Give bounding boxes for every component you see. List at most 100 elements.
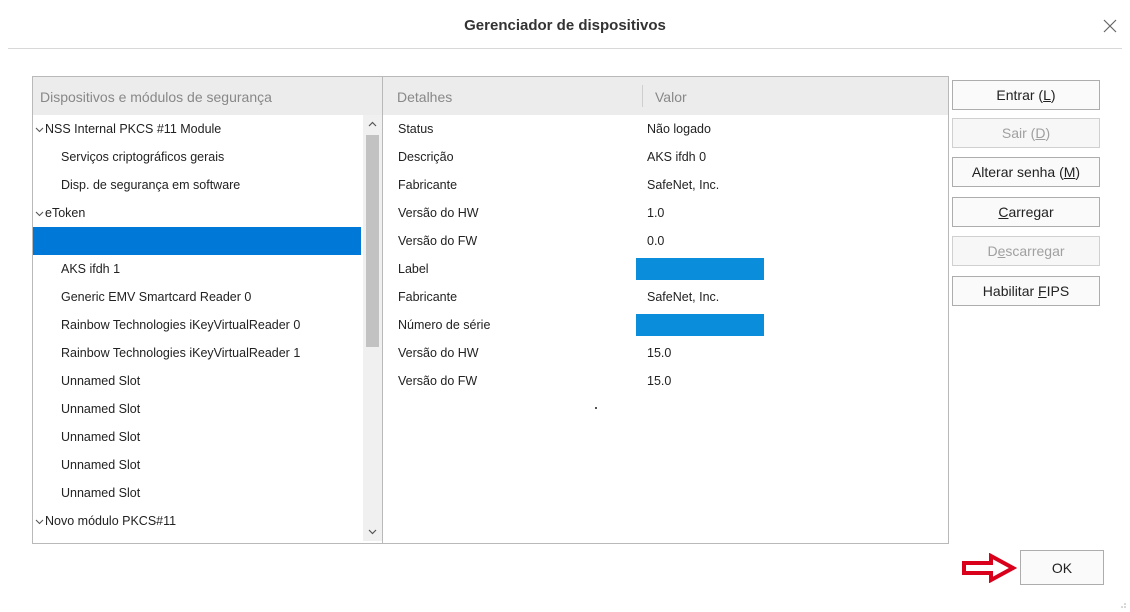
devices-tree-list: NSS Internal PKCS #11 Module Serviços cri… (33, 115, 363, 541)
detail-row[interactable]: Fabricante SafeNet, Inc. (383, 283, 948, 311)
tree-slot-row[interactable]: Disp. de segurança em software (33, 171, 361, 199)
detail-row[interactable]: Fabricante SafeNet, Inc. (383, 171, 948, 199)
detail-key: Label (398, 262, 429, 276)
button-mnemonic: D (1035, 125, 1046, 141)
stray-dot (595, 407, 597, 409)
tree-slot-row[interactable]: Unnamed Slot (33, 423, 361, 451)
tree-row-label: AKS ifdh 1 (61, 262, 121, 276)
tree-slot-row[interactable]: Rainbow Technologies iKeyVirtualReader 0 (33, 311, 361, 339)
button-label-suffix: ) (1050, 87, 1056, 103)
login-button[interactable]: Entrar (L) (952, 80, 1100, 110)
tree-module-row[interactable]: eToken (33, 199, 363, 227)
button-label-suffix: IPS (1046, 283, 1070, 299)
expand-chevron-icon[interactable] (35, 117, 45, 145)
tree-row-label: Unnamed Slot (61, 374, 141, 388)
detail-row[interactable]: Versão do FW 0.0 (383, 227, 948, 255)
detail-key: Versão do FW (398, 234, 478, 248)
right-arrow-icon (962, 553, 1018, 583)
tree-row-label: Unnamed Slot (61, 402, 141, 416)
window-title: Gerenciador de dispositivos (464, 17, 666, 34)
value-header-label[interactable]: Valor (655, 77, 687, 117)
detail-row[interactable]: Label (383, 255, 948, 283)
close-icon (1103, 19, 1117, 33)
tree-slot-row[interactable]: Unnamed Slot (33, 395, 361, 423)
tree-slot-row[interactable]: Aderival da Silva Araujo (33, 535, 361, 541)
detail-key: Versão do HW (398, 206, 479, 220)
detail-row[interactable]: Status Não logado (383, 115, 948, 143)
unload-button[interactable]: Descarregar (952, 236, 1100, 266)
button-mnemonic: F (1038, 283, 1047, 299)
button-mnemonic: L (1043, 87, 1051, 103)
detail-key: Versão do FW (398, 374, 478, 388)
tree-row-label: Disp. de segurança em software (61, 178, 241, 192)
detail-key: Fabricante (398, 178, 458, 192)
button-mnemonic: C (998, 204, 1009, 220)
button-label-suffix: scarregar (1005, 243, 1065, 259)
tree-row-label: Novo módulo PKCS#11 (45, 514, 177, 528)
tree-slot-row[interactable]: Serviços criptográficos gerais (33, 143, 361, 171)
close-button[interactable] (1096, 12, 1124, 40)
scroll-thumb[interactable] (366, 135, 379, 347)
tree-slot-row[interactable] (33, 227, 361, 255)
detail-key: Descrição (398, 150, 454, 164)
column-separator[interactable] (642, 85, 643, 107)
details-column-header: Detalhes Valor (383, 77, 948, 115)
tree-row-label: eToken (45, 206, 86, 220)
detail-row[interactable]: Versão do FW 15.0 (383, 367, 948, 395)
chevron-down-icon[interactable] (363, 523, 382, 541)
tree-module-row[interactable]: NSS Internal PKCS #11 Module (33, 115, 363, 143)
redacted-value (636, 258, 764, 280)
detail-key: Fabricante (398, 290, 458, 304)
detail-key: Número de série (398, 318, 491, 332)
button-label-prefix: Entrar ( (996, 87, 1044, 103)
change-password-button[interactable]: Alterar senha (M) (952, 157, 1100, 187)
detail-value: AKS ifdh 0 (647, 150, 707, 164)
tree-slot-row[interactable]: Rainbow Technologies iKeyVirtualReader 1 (33, 339, 361, 367)
tree-scrollbar[interactable] (363, 115, 382, 541)
tree-slot-row[interactable]: Unnamed Slot (33, 367, 361, 395)
tree-slot-row[interactable]: Unnamed Slot (33, 479, 361, 507)
tree-row-label: NSS Internal PKCS #11 Module (45, 122, 222, 136)
detail-row[interactable]: Número de série (383, 311, 948, 339)
details-panel: Detalhes Valor Status Não logado Descrição… (382, 76, 949, 544)
detail-value: 0.0 (647, 234, 665, 248)
detail-key: Versão do HW (398, 346, 479, 360)
detail-value: 15.0 (647, 346, 672, 360)
tree-column-header[interactable]: Dispositivos e módulos de segurança (33, 77, 383, 115)
tree-slot-row[interactable]: AKS ifdh 1 (33, 255, 361, 283)
logout-button[interactable]: Sair (D) (952, 118, 1100, 148)
tree-row-label: Unnamed Slot (61, 486, 141, 500)
button-label-prefix: D (987, 243, 998, 259)
button-label-suffix: ) (1045, 125, 1051, 141)
resize-grip-icon[interactable] (1119, 601, 1127, 609)
tree-row-label: Rainbow Technologies iKeyVirtualReader 1 (61, 346, 301, 360)
button-label-prefix: Sair ( (1001, 125, 1036, 141)
ok-button[interactable]: OK (1020, 550, 1104, 585)
button-label-suffix: arregar (1008, 204, 1054, 220)
tree-row-label: Rainbow Technologies iKeyVirtualReader 0 (61, 318, 301, 332)
redacted-value (636, 314, 764, 336)
tree-slot-row[interactable]: Generic EMV Smartcard Reader 0 (33, 283, 361, 311)
detail-row[interactable]: Versão do HW 1.0 (383, 199, 948, 227)
button-mnemonic: M (1063, 164, 1076, 180)
detail-value: SafeNet, Inc. (647, 290, 720, 304)
button-label-prefix: Habilitar (982, 283, 1039, 299)
load-button[interactable]: Carregar (952, 197, 1100, 227)
tree-module-row[interactable]: Novo módulo PKCS#11 (33, 507, 363, 535)
chevron-up-icon[interactable] (363, 115, 382, 133)
expand-chevron-icon[interactable] (35, 509, 45, 537)
detail-value: 15.0 (647, 374, 672, 388)
expand-chevron-icon[interactable] (35, 201, 45, 229)
detail-value: 1.0 (647, 206, 665, 220)
details-header-label[interactable]: Detalhes (397, 77, 452, 117)
detail-key: Status (398, 122, 434, 136)
detail-row[interactable]: Versão do HW 15.0 (383, 339, 948, 367)
title-bar: Gerenciador de dispositivos (0, 0, 1130, 48)
title-divider (8, 48, 1122, 49)
enable-fips-button[interactable]: Habilitar FIPS (952, 276, 1100, 306)
tree-row-label: Serviços criptográficos gerais (61, 150, 225, 164)
tree-slot-row[interactable]: Unnamed Slot (33, 451, 361, 479)
detail-row[interactable]: Descrição AKS ifdh 0 (383, 143, 948, 171)
detail-value: Não logado (647, 122, 711, 136)
button-label-prefix: Alterar senha ( (971, 164, 1064, 180)
